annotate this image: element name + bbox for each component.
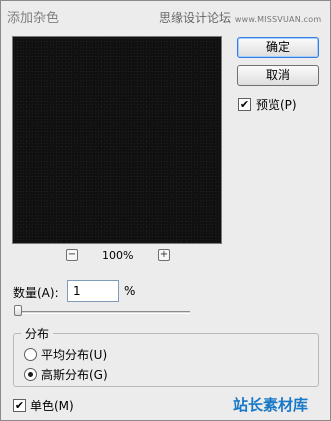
gaussian-radio-label[interactable]: 高斯分布(G) xyxy=(41,366,108,383)
amount-slider-thumb[interactable] xyxy=(14,305,22,316)
amount-input[interactable] xyxy=(67,280,119,302)
preview-checkbox-label[interactable]: 预览(P) xyxy=(256,96,297,113)
uniform-radio[interactable] xyxy=(24,348,37,361)
gaussian-radio[interactable] xyxy=(24,368,37,381)
zoom-in-button[interactable]: + xyxy=(158,249,170,261)
distribution-legend: 分布 xyxy=(21,325,54,342)
add-noise-dialog: 添加杂色 思缘设计论坛 www.MISSVUAN.com − 100% + 确定… xyxy=(0,0,331,421)
dialog-title: 添加杂色 xyxy=(7,11,60,26)
uniform-radio-label[interactable]: 平均分布(U) xyxy=(41,346,107,363)
watermark-bottom: 站长素材库 xyxy=(233,396,309,414)
zoom-out-button[interactable]: − xyxy=(66,249,78,261)
watermark-top-text: 思缘设计论坛 xyxy=(159,11,232,25)
monochromatic-checkbox-label[interactable]: 单色(M) xyxy=(30,397,74,414)
amount-label: 数量(A): xyxy=(13,286,59,300)
preview-checkbox[interactable]: ✔ xyxy=(238,98,251,111)
monochromatic-checkbox[interactable]: ✔ xyxy=(13,399,26,412)
watermark-top: 思缘设计论坛 www.MISSVUAN.com xyxy=(159,9,321,26)
preview-pane[interactable] xyxy=(12,36,222,244)
amount-unit: % xyxy=(124,284,136,298)
zoom-level: 100% xyxy=(102,249,134,262)
amount-slider-track[interactable] xyxy=(17,311,190,314)
ok-button[interactable]: 确定 xyxy=(237,37,319,58)
watermark-site: www.MISSVUAN.com xyxy=(234,15,322,24)
cancel-button[interactable]: 取消 xyxy=(237,65,319,86)
